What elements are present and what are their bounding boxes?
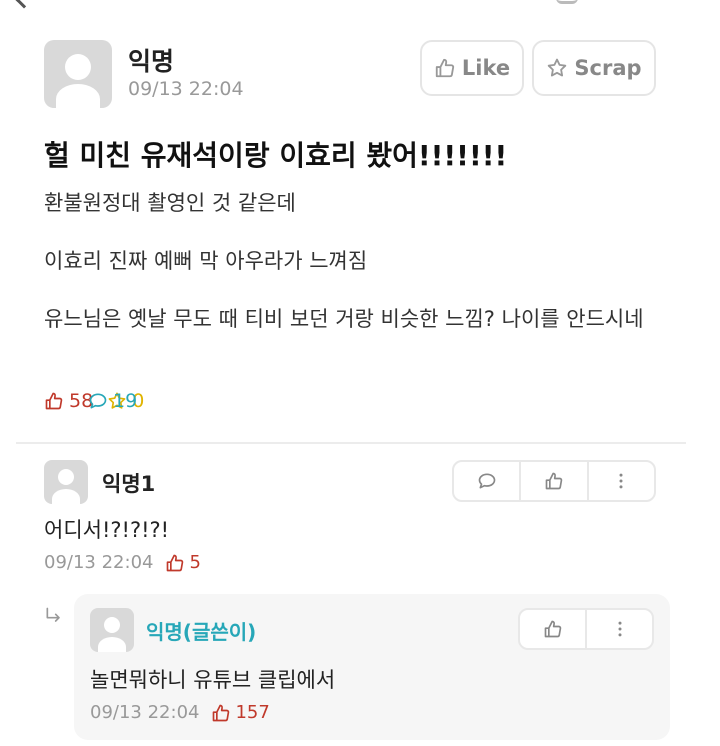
comment-date: 09/13 22:04: [44, 552, 154, 573]
post-title: 헐 미친 유재석이랑 이효리 봤어!!!!!!!: [44, 139, 508, 172]
comment-like-value: 5: [189, 552, 201, 573]
post-body-line: 이효리 진짜 예뻐 막 아우라가 느껴짐: [44, 249, 368, 273]
thumbs-up-icon: [544, 620, 561, 638]
avatar-icon: [44, 460, 88, 504]
thumbs-up-icon: [545, 472, 563, 490]
scrap-button[interactable]: Scrap: [532, 40, 656, 96]
reply-button[interactable]: [454, 462, 519, 500]
comment-count-value: 19: [113, 390, 138, 412]
like-button-label: Like: [461, 56, 511, 80]
like-button[interactable]: Like: [420, 40, 524, 96]
post-body: 환불원정대 촬영인 것 같은데 이효리 진짜 예뻐 막 아우라가 느껴짐 유느님…: [44, 188, 674, 362]
more-options-button[interactable]: [586, 462, 654, 500]
reply-more-options-button[interactable]: [585, 610, 652, 648]
comment-like-count: 5: [165, 552, 201, 573]
thumbs-up-icon: [167, 554, 184, 571]
reply-item: 익명(글쓴이) 놀면뭐하니 유튜브 클립에서 09/13 22:04 157: [74, 594, 670, 740]
more-vertical-icon: [618, 621, 621, 637]
star-icon: [548, 58, 567, 77]
top-edge-fragment: [0, 0, 720, 9]
comment-author: 익명1: [102, 472, 156, 496]
comment-like-button[interactable]: [519, 462, 586, 500]
post-body-line: 유느님은 옛날 무도 때 티비 보던 거랑 비슷한 느낌? 나이를 안드시네: [44, 307, 644, 331]
comment-count: 19: [88, 390, 700, 412]
post-header: 익명 09/13 22:04 Like Scrap: [44, 40, 656, 110]
thumbs-up-icon: [45, 392, 63, 410]
reply-date: 09/13 22:04: [90, 702, 200, 723]
post-stats: 58 19 0: [44, 390, 144, 412]
post-date: 09/13 22:04: [128, 78, 244, 100]
comment-actions: [452, 460, 656, 502]
thumbs-up-icon: [213, 704, 230, 721]
more-vertical-icon: [619, 473, 623, 489]
like-count: 58: [44, 390, 93, 412]
reply-like-value: 157: [235, 702, 270, 723]
reply-actions: [518, 608, 654, 650]
avatar-icon: [90, 608, 134, 652]
comment-item: 익명1 어디서!?!?!?! 09/13 22:04 5: [44, 460, 656, 590]
comment-meta: 09/13 22:04 5: [44, 552, 201, 573]
reply-author: 익명(글쓴이): [146, 620, 257, 644]
reply-like-button[interactable]: [520, 610, 585, 648]
reply-text: 놀면뭐하니 유튜브 클립에서: [90, 668, 336, 692]
back-icon[interactable]: [15, 0, 33, 9]
reply-like-count: 157: [211, 702, 270, 723]
divider: [16, 442, 686, 444]
thumbs-up-icon: [435, 58, 454, 78]
comment-text: 어디서!?!?!?!: [44, 518, 170, 542]
reply-meta: 09/13 22:04 157: [90, 702, 270, 723]
post-body-line: 환불원정대 촬영인 것 같은데: [44, 191, 296, 215]
comment-bubble-icon: [89, 393, 107, 409]
post-author: 익명: [128, 47, 175, 76]
comment-bubble-icon: [478, 473, 495, 489]
reply-arrow-icon: [46, 607, 60, 622]
scrap-button-label: Scrap: [574, 56, 642, 80]
avatar-icon: [44, 40, 112, 108]
cropped-icon: [556, 0, 578, 4]
